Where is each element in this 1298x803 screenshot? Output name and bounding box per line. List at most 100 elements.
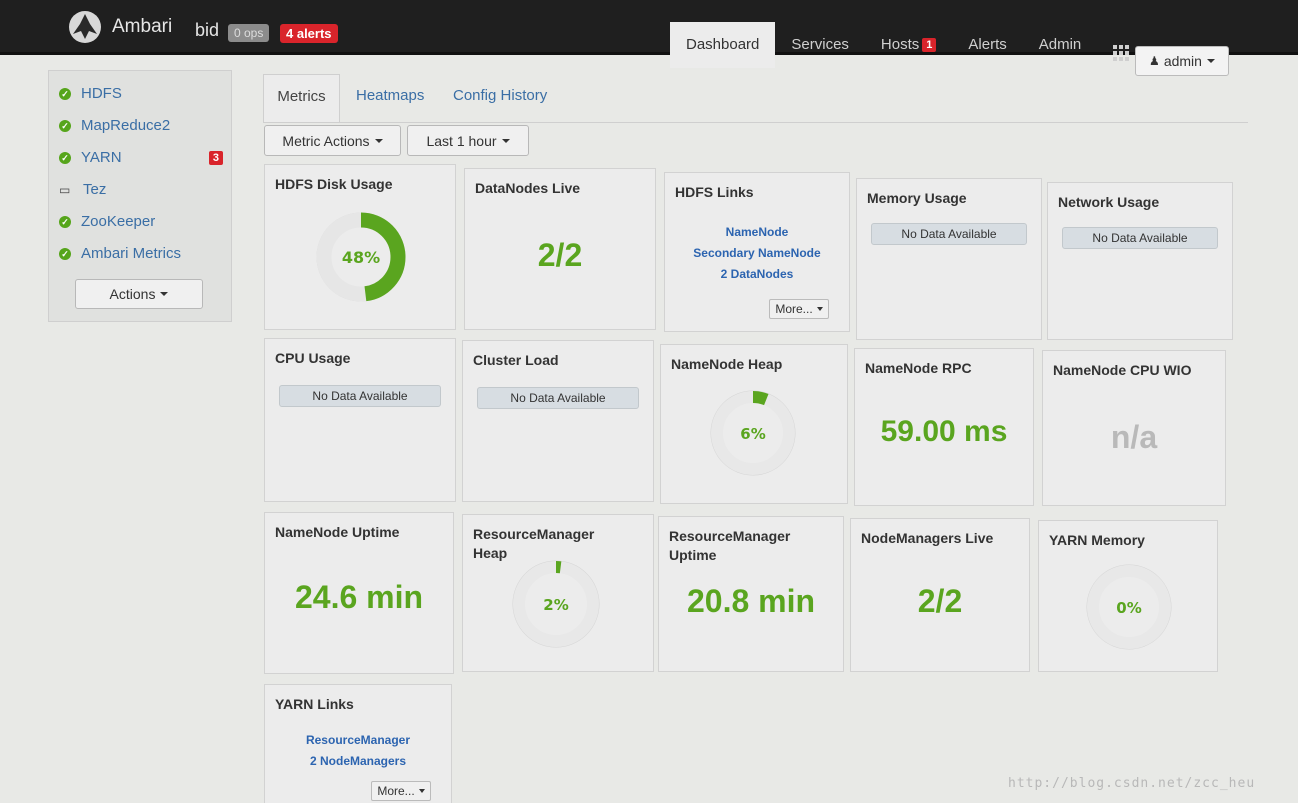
donut-label: 2% [543,596,568,614]
nav-alerts[interactable]: Alerts [952,22,1022,68]
hosts-alert-badge: 1 [922,38,937,52]
widget-memory-usage[interactable]: Memory Usage No Data Available [856,178,1042,340]
widget-network-usage[interactable]: Network Usage No Data Available [1047,182,1233,340]
nav-dashboard-label: Dashboard [686,36,760,53]
widget-nodemanagers-live[interactable]: NodeManagers Live 2/2 [850,518,1030,672]
hdfs-disk-usage-donut: 48% [316,212,406,302]
sidebar-item-yarn[interactable]: ✓ YARN 3 [59,149,227,166]
nav-services[interactable]: Services [775,22,865,68]
namenode-heap-donut: 6% [710,390,796,476]
namenode-cpu-wio-value: n/a [1110,419,1158,455]
sidebar-item-tez[interactable]: ▭ Tez [59,181,227,198]
cluster-name[interactable]: bid [195,20,219,41]
yarn-links-list: ResourceManager 2 NodeManagers [265,733,451,775]
sidebar-item-label: HDFS [81,85,122,102]
namenode-uptime-value: 24.6 min [294,579,424,615]
hdfs-links-list: NameNode Secondary NameNode 2 DataNodes [665,225,849,288]
widget-cpu-usage[interactable]: CPU Usage No Data Available [264,338,456,502]
top-navbar: Ambari bid 0 ops 4 alerts Dashboard Serv… [0,0,1298,68]
datanodes-live-value: 2/2 [537,237,583,273]
tab-config-history[interactable]: Config History [453,74,547,122]
datanodes-link[interactable]: 2 DataNodes [665,267,849,281]
widget-title: YARN Links [275,696,354,712]
ambari-logo-icon [69,11,101,43]
ops-badge[interactable]: 0 ops [228,24,270,42]
watermark: http://blog.csdn.net/zcc_heu [1008,776,1256,791]
chevron-down-icon [501,138,510,143]
brand[interactable]: Ambari [68,10,172,44]
nav-admin-label: Admin [1038,36,1082,53]
widget-cluster-load[interactable]: Cluster Load No Data Available [462,340,654,502]
no-data-label: No Data Available [1062,227,1218,249]
widget-namenode-rpc[interactable]: NameNode RPC 59.00 ms [854,348,1034,506]
widget-namenode-cpu-wio[interactable]: NameNode CPU WIO n/a [1042,350,1226,506]
resourcemanager-link[interactable]: ResourceManager [265,733,451,747]
sidebar-item-ambari-metrics[interactable]: ✓ Ambari Metrics [59,245,227,262]
sidebar-item-zookeeper[interactable]: ✓ ZooKeeper [59,213,227,230]
check-circle-icon: ✓ [59,215,71,228]
yarn-more-button[interactable]: More... [371,781,431,801]
nav-alerts-label: Alerts [968,36,1007,53]
user-menu-button[interactable]: ♟ admin [1135,46,1229,76]
actions-label: Actions [109,286,156,302]
check-circle-icon: ✓ [59,87,71,100]
widget-namenode-heap[interactable]: NameNode Heap 6% [660,344,848,504]
rm-heap-donut: 2% [512,560,600,648]
widget-rm-heap[interactable]: ResourceManager Heap 2% [462,514,654,672]
widget-title: Memory Usage [867,190,967,206]
nav-hosts[interactable]: Hosts 1 [865,22,952,68]
widget-title: HDFS Links [675,184,754,200]
brand-name: Ambari [112,16,173,37]
yarn-memory-donut: 0% [1086,564,1172,650]
tab-label: Heatmaps [356,87,425,104]
sidebar-item-mapreduce2[interactable]: ✓ MapReduce2 [59,117,227,134]
nodemanagers-link[interactable]: 2 NodeManagers [265,754,451,768]
donut-label: 0% [1116,599,1141,617]
sidebar-item-label: YARN [81,149,122,166]
no-data-label: No Data Available [477,387,639,409]
actions-button[interactable]: Actions [75,279,203,309]
widget-namenode-uptime[interactable]: NameNode Uptime 24.6 min [264,512,454,674]
widget-title: Network Usage [1058,194,1160,210]
widget-rm-uptime[interactable]: ResourceManager Uptime 20.8 min [658,516,844,672]
tab-label: Metrics [277,88,326,105]
no-data-label: No Data Available [279,385,441,407]
sidebar-item-label: Tez [83,181,107,198]
user-icon: ♟ [1149,54,1160,68]
chevron-down-icon [160,292,169,296]
nav-dashboard[interactable]: Dashboard [670,22,776,68]
alerts-badge[interactable]: 4 alerts [280,24,338,43]
time-range-dropdown[interactable]: Last 1 hour [407,125,529,156]
widget-hdfs-disk-usage[interactable]: HDFS Disk Usage 48% [264,164,456,330]
metric-actions-dropdown[interactable]: Metric Actions [264,125,401,156]
widget-title: NameNode Uptime [275,524,400,540]
widget-title: NameNode RPC [865,360,972,376]
sidebar-item-label: MapReduce2 [81,117,171,134]
chevron-down-icon [374,138,383,143]
check-circle-icon: ✓ [59,119,71,132]
main-nav: Dashboard Services Hosts 1 Alerts Admin [670,22,1145,68]
widget-title: ResourceManager Heap [473,526,595,561]
widget-hdfs-links: HDFS Links NameNode Secondary NameNode 2… [664,172,850,332]
laptop-icon: ▭ [59,182,71,197]
chevron-down-icon [1206,59,1215,63]
namenode-link[interactable]: NameNode [665,225,849,239]
widget-yarn-memory[interactable]: YARN Memory 0% [1038,520,1218,672]
services-sidebar: ✓ HDFS ✓ MapReduce2 ✓ YARN 3 ▭ Tez ✓ Zoo… [48,70,232,322]
nav-hosts-label: Hosts [880,36,920,53]
widget-title: CPU Usage [275,350,351,366]
hdfs-more-button[interactable]: More... [769,299,829,319]
sidebar-item-hdfs[interactable]: ✓ HDFS [59,85,227,102]
widget-datanodes-live[interactable]: DataNodes Live 2/2 [464,168,656,330]
dashboard-tabs: Metrics Heatmaps Config History [263,74,1248,123]
namenode-rpc-value: 59.00 ms [880,415,1008,448]
nav-admin[interactable]: Admin [1023,22,1098,68]
no-data-label: No Data Available [871,223,1027,245]
check-circle-icon: ✓ [59,247,71,260]
widget-title: DataNodes Live [475,180,581,196]
widget-title: Cluster Load [473,352,559,368]
sidebar-item-label: ZooKeeper [81,213,156,230]
tab-metrics[interactable]: Metrics [263,74,340,122]
tab-heatmaps[interactable]: Heatmaps [356,74,424,122]
secondary-namenode-link[interactable]: Secondary NameNode [665,246,849,260]
